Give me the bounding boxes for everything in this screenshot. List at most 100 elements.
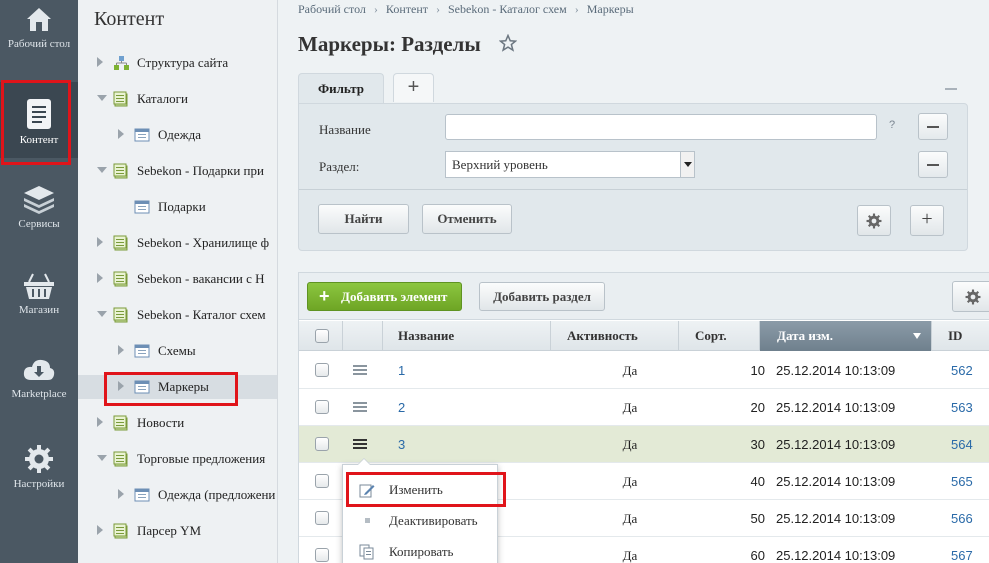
filter-tab[interactable]: Фильтр	[298, 73, 384, 104]
help-icon[interactable]: ?	[889, 119, 895, 131]
row-checkbox[interactable]	[315, 363, 329, 377]
filter-settings-button[interactable]	[857, 205, 891, 236]
header-date-modified[interactable]: Дата изм.	[760, 321, 932, 351]
tree-collapse-arrow-icon[interactable]	[97, 167, 107, 173]
table-row[interactable]: 3 Да 30 25.12.2014 10:13:09 564	[299, 426, 989, 463]
tree-item[interactable]: Одежда	[78, 123, 277, 147]
header-select-all[interactable]	[299, 321, 343, 351]
nav-services[interactable]: Сервисы	[0, 184, 78, 234]
row-checkbox[interactable]	[315, 511, 329, 525]
row-actions-menu-icon[interactable]	[353, 402, 367, 413]
breadcrumb-item[interactable]: Маркеры	[587, 2, 634, 16]
row-name-link[interactable]: 2	[398, 400, 405, 415]
tree-expand-arrow-icon[interactable]	[118, 345, 124, 355]
remove-section-filter-button[interactable]	[918, 151, 948, 178]
row-date: 25.12.2014 10:13:09	[776, 437, 896, 452]
row-sort: 60	[750, 548, 765, 563]
row-checkbox[interactable]	[315, 400, 329, 414]
catalog-icon	[113, 307, 128, 323]
tree-item-label: Новости	[137, 415, 185, 430]
cancel-button[interactable]: Отменить	[422, 204, 512, 234]
breadcrumb-item[interactable]: Sebekon - Каталог схем	[448, 2, 567, 16]
breadcrumb-item[interactable]: Контент	[386, 2, 428, 16]
row-id-link[interactable]: 563	[951, 400, 973, 415]
tree-item[interactable]: Sebekon - вакансии с H	[78, 267, 277, 291]
tree-expand-arrow-icon[interactable]	[97, 273, 103, 283]
tree-expand-arrow-icon[interactable]	[97, 525, 103, 535]
tree-collapse-arrow-icon[interactable]	[97, 311, 107, 317]
header-id[interactable]: ID	[932, 321, 989, 351]
tree-item[interactable]: Торговые предложения	[78, 447, 277, 471]
tree-item[interactable]: Каталоги	[78, 87, 277, 111]
tree-expand-arrow-icon[interactable]	[118, 129, 124, 139]
catalog-icon	[113, 451, 128, 467]
find-button[interactable]: Найти	[318, 204, 409, 234]
menu-item-copy[interactable]: Копировать	[343, 536, 497, 563]
row-id-link[interactable]: 564	[951, 437, 973, 452]
row-checkbox[interactable]	[315, 437, 329, 451]
row-checkbox[interactable]	[315, 548, 329, 562]
row-actions-menu-icon[interactable]	[353, 439, 367, 450]
tree-collapse-arrow-icon[interactable]	[97, 95, 107, 101]
tree-item-label: Одежда	[158, 127, 201, 142]
header-name[interactable]: Название	[383, 321, 551, 351]
add-section-button[interactable]: Добавить раздел	[479, 282, 605, 311]
nav-shop[interactable]: Магазин	[0, 270, 78, 320]
header-active[interactable]: Активность	[551, 321, 679, 351]
tree-item[interactable]: Sebekon - Каталог схем	[78, 303, 277, 327]
remove-name-filter-button[interactable]	[918, 113, 948, 140]
tree-expand-arrow-icon[interactable]	[97, 237, 103, 247]
tree-item[interactable]: Sebekon - Подарки при	[78, 159, 277, 183]
table-row[interactable]: 2 Да 20 25.12.2014 10:13:09 563	[299, 389, 989, 426]
gear-icon	[866, 213, 882, 229]
row-name-link[interactable]: 3	[398, 437, 405, 452]
row-actions-menu-icon[interactable]	[353, 365, 367, 376]
row-sort: 40	[750, 474, 765, 489]
tree-item[interactable]: Парсер YM	[78, 519, 277, 543]
filter-name-input[interactable]	[445, 114, 877, 140]
tree-item-label: Sebekon - Подарки при	[137, 163, 264, 178]
catalog-icon	[113, 91, 128, 107]
table-row[interactable]: 1 Да 10 25.12.2014 10:13:09 562	[299, 352, 989, 389]
tree-item[interactable]: Новости	[78, 411, 277, 435]
highlight-nav-content	[1, 80, 71, 165]
list-icon	[134, 488, 150, 502]
menu-item-deactivate[interactable]: Деактивировать	[343, 505, 497, 535]
row-name-link[interactable]: 1	[398, 363, 405, 378]
minimize-filter-icon[interactable]	[945, 88, 957, 90]
star-icon[interactable]	[499, 34, 517, 52]
tree-expand-arrow-icon[interactable]	[118, 489, 124, 499]
row-id-link[interactable]: 567	[951, 548, 973, 563]
filter-section-select[interactable]: Верхний уровень	[445, 151, 695, 178]
header-sort[interactable]: Сорт.	[679, 321, 760, 351]
row-checkbox[interactable]	[315, 474, 329, 488]
list-icon	[134, 128, 150, 142]
tree-item-label: Подарки	[158, 199, 206, 214]
nav-settings[interactable]: Настройки	[0, 444, 78, 494]
tree-expand-arrow-icon[interactable]	[97, 417, 103, 427]
plus-icon: +	[319, 286, 330, 306]
add-filter-tab-button[interactable]: +	[393, 73, 434, 102]
tree-item-label: Sebekon - Хранилище ф	[137, 235, 270, 250]
grid-settings-button[interactable]	[952, 281, 989, 312]
row-id-link[interactable]: 565	[951, 474, 973, 489]
tree-collapse-arrow-icon[interactable]	[97, 455, 107, 461]
tree-item[interactable]: Подарки	[78, 195, 277, 219]
row-active: Да	[622, 474, 638, 489]
tree-item[interactable]: Структура сайта	[78, 51, 277, 75]
tree-item[interactable]: Одежда (предложени	[78, 483, 277, 507]
nav-marketplace[interactable]: Marketplace	[0, 356, 78, 406]
select-all-checkbox[interactable]	[315, 329, 329, 343]
nav-desktop[interactable]: Рабочий стол	[0, 4, 78, 70]
cloud-download-icon	[23, 359, 55, 380]
tree-item[interactable]: Sebekon - Хранилище ф	[78, 231, 277, 255]
breadcrumb-item[interactable]: Рабочий стол	[298, 2, 366, 16]
row-id-link[interactable]: 562	[951, 363, 973, 378]
tree-item-label: Sebekon - Каталог схем	[137, 307, 266, 322]
list-icon	[134, 200, 150, 214]
add-element-button[interactable]: + Добавить элемент	[307, 282, 462, 311]
tree-item[interactable]: Схемы	[78, 339, 277, 363]
row-id-link[interactable]: 566	[951, 511, 973, 526]
add-filter-field-button[interactable]: +	[910, 205, 944, 236]
tree-expand-arrow-icon[interactable]	[97, 57, 103, 67]
